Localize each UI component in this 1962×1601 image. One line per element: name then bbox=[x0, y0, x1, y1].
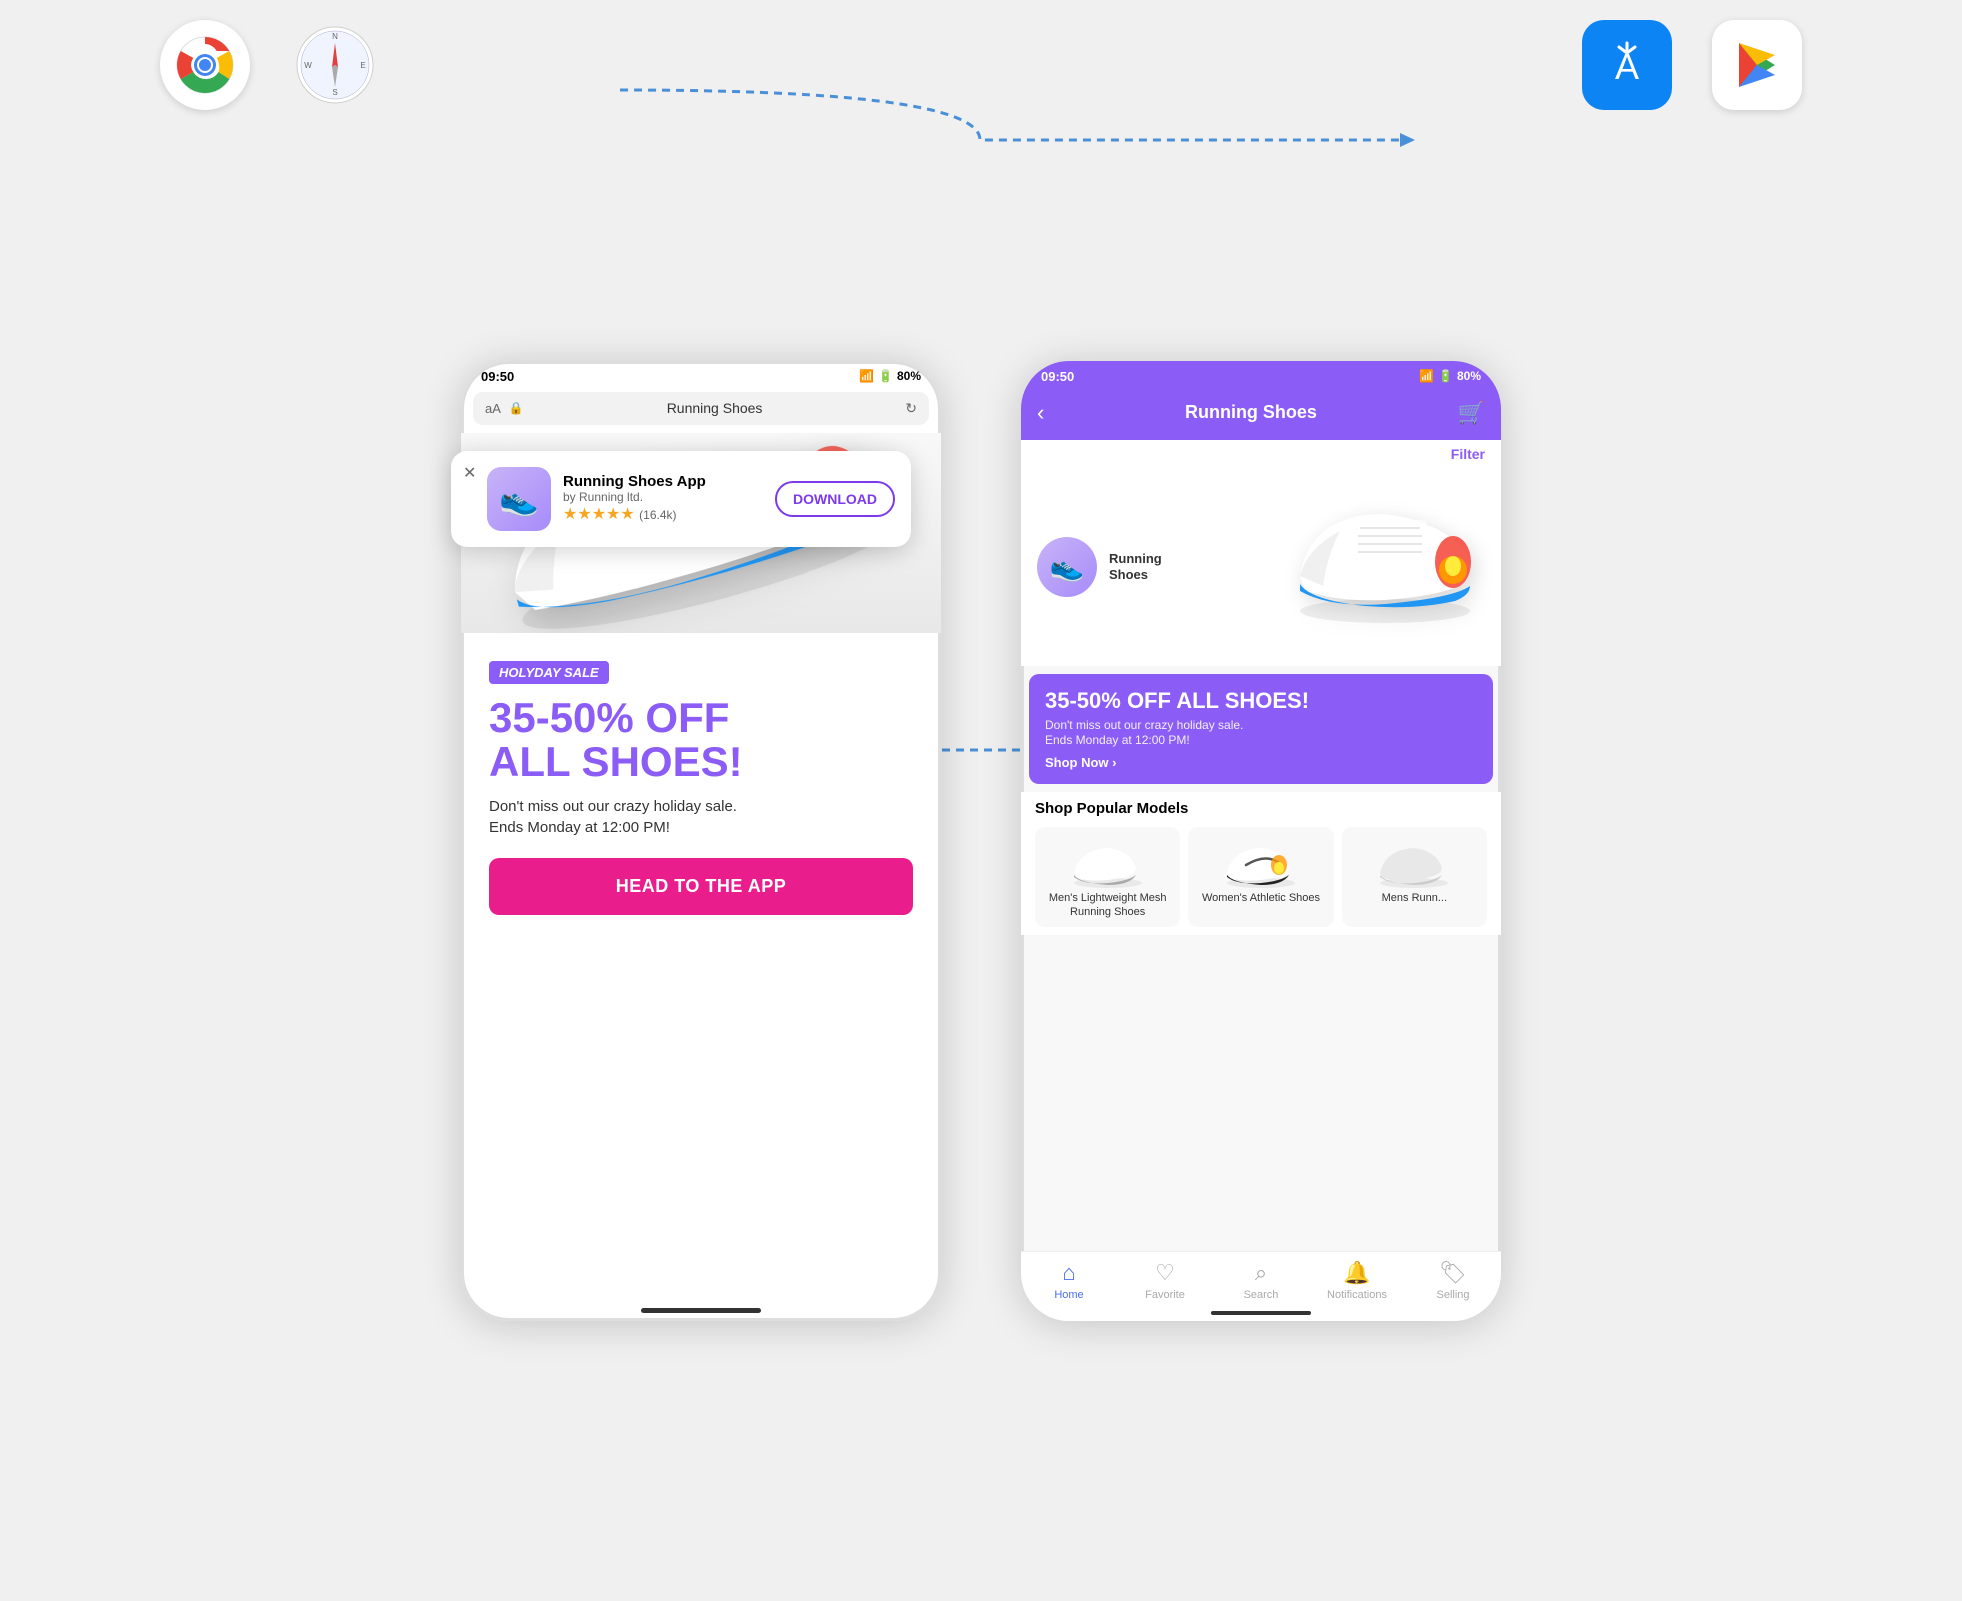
filter-button[interactable]: Filter bbox=[1451, 446, 1485, 462]
svg-text:E: E bbox=[360, 61, 365, 70]
svg-text:N: N bbox=[332, 32, 338, 41]
page-title: Running Shoes bbox=[1185, 402, 1317, 423]
left-phone: 09:50 📶 🔋 80% aA 🔒 Running Shoes ↻ bbox=[461, 361, 941, 1321]
refresh-icon[interactable]: ↻ bbox=[905, 400, 917, 417]
app-info: Running Shoes App by Running ltd. ★★★★★ … bbox=[563, 473, 763, 524]
play-store-icon[interactable] bbox=[1712, 20, 1802, 110]
nav-selling-label: Selling bbox=[1436, 1289, 1469, 1301]
model-name-3: Mens Runn... bbox=[1350, 891, 1479, 905]
shop-now-link[interactable]: Shop Now › bbox=[1045, 755, 1477, 770]
left-time: 09:50 bbox=[481, 369, 514, 384]
nav-home[interactable]: ⌂ Home bbox=[1021, 1260, 1117, 1301]
home-indicator-right bbox=[1211, 1311, 1311, 1315]
left-status-bar: 09:50 📶 🔋 80% bbox=[461, 361, 941, 392]
app-thumbnail: 👟 bbox=[487, 467, 551, 531]
popular-models-grid: Men's Lightweight Mesh Running Shoes Wom… bbox=[1035, 827, 1487, 928]
model-card-2[interactable]: Women's Athletic Shoes bbox=[1188, 827, 1333, 928]
head-to-app-button[interactable]: HEAD TO THE APP bbox=[489, 858, 913, 915]
rating-count: (16.4k) bbox=[639, 508, 676, 522]
app-name: Running Shoes App bbox=[563, 473, 763, 490]
store-icons: A bbox=[1582, 20, 1802, 110]
model-name-2: Women's Athletic Shoes bbox=[1196, 891, 1325, 905]
selling-icon: 🏷 bbox=[1439, 1260, 1467, 1286]
sale-content: HOLYDAY SALE 35-50% OFF ALL SHOES! Don't… bbox=[469, 641, 933, 935]
home-indicator-left bbox=[641, 1308, 761, 1313]
app-by: by Running ltd. bbox=[563, 490, 763, 504]
app-store-icon[interactable]: A bbox=[1582, 20, 1672, 110]
sale-banner-title: 35-50% OFF ALL SHOES! bbox=[1045, 688, 1477, 714]
filter-row: Filter bbox=[1021, 440, 1501, 468]
top-icons-bar: N S E W A bbox=[0, 20, 1962, 110]
bottom-navigation: ⌂ Home ♡ Favorite ⌕ Search 🔔 Notificatio… bbox=[1021, 1251, 1501, 1321]
nav-selling[interactable]: 🏷 Selling bbox=[1405, 1260, 1501, 1301]
brand-label: RunningShoes bbox=[1109, 551, 1162, 582]
nav-search[interactable]: ⌕ Search bbox=[1213, 1260, 1309, 1301]
svg-text:W: W bbox=[304, 61, 312, 70]
model-card-3[interactable]: Mens Runn... bbox=[1342, 827, 1487, 928]
chrome-icon bbox=[160, 20, 250, 110]
url-text: Running Shoes bbox=[532, 400, 897, 416]
back-button[interactable]: ‹ bbox=[1037, 400, 1044, 426]
search-icon: ⌕ bbox=[1255, 1260, 1267, 1286]
close-banner-button[interactable]: ✕ bbox=[463, 463, 476, 483]
model-name-1: Men's Lightweight Mesh Running Shoes bbox=[1043, 891, 1172, 920]
left-status-icons: 📶 🔋 80% bbox=[859, 369, 921, 383]
rating-stars: ★★★★★ bbox=[563, 506, 635, 523]
hero-shoe-image bbox=[1174, 476, 1485, 658]
browser-icons: N S E W bbox=[160, 20, 380, 110]
safari-icon: N S E W bbox=[290, 20, 380, 110]
sale-banner: 35-50% OFF ALL SHOES! Don't miss out our… bbox=[1029, 674, 1493, 784]
right-status-bar: 09:50 📶 🔋 80% bbox=[1021, 361, 1501, 392]
nav-search-label: Search bbox=[1244, 1289, 1279, 1301]
popular-models-section: Shop Popular Models Men's Lightweight Me… bbox=[1021, 792, 1501, 936]
hero-section: 👟 RunningShoes bbox=[1021, 468, 1501, 666]
font-size-control[interactable]: aA bbox=[485, 401, 501, 416]
right-phone: 09:50 📶 🔋 80% ‹ Running Shoes 🛒 Filter 👟… bbox=[1021, 361, 1501, 1321]
sale-banner-description: Don't miss out our crazy holiday sale.En… bbox=[1045, 718, 1477, 749]
svg-text:S: S bbox=[332, 88, 337, 97]
notifications-icon: 🔔 bbox=[1343, 1260, 1370, 1286]
model-card-1[interactable]: Men's Lightweight Mesh Running Shoes bbox=[1035, 827, 1180, 928]
lock-icon: 🔒 bbox=[509, 401, 524, 415]
favorite-icon: ♡ bbox=[1155, 1260, 1175, 1286]
nav-notifications-label: Notifications bbox=[1327, 1289, 1387, 1301]
download-button[interactable]: DOWNLOAD bbox=[775, 481, 895, 517]
nav-favorite[interactable]: ♡ Favorite bbox=[1117, 1260, 1213, 1301]
right-phone-frame: 09:50 📶 🔋 80% ‹ Running Shoes 🛒 Filter 👟… bbox=[1021, 361, 1501, 1321]
connector-arrows bbox=[0, 0, 1962, 1601]
sale-description: Don't miss out our crazy holiday sale.En… bbox=[489, 796, 913, 838]
popular-section-title: Shop Popular Models bbox=[1035, 800, 1487, 817]
sale-title: 35-50% OFF ALL SHOES! bbox=[489, 696, 913, 784]
cart-button[interactable]: 🛒 bbox=[1458, 400, 1485, 426]
nav-favorite-label: Favorite bbox=[1145, 1289, 1185, 1301]
home-icon: ⌂ bbox=[1062, 1260, 1075, 1286]
nav-home-label: Home bbox=[1054, 1289, 1083, 1301]
right-time: 09:50 bbox=[1041, 369, 1074, 384]
right-status-icons: 📶 🔋 80% bbox=[1419, 369, 1481, 383]
browser-address-bar[interactable]: aA 🔒 Running Shoes ↻ bbox=[473, 392, 929, 425]
holiday-badge: HOLYDAY SALE bbox=[489, 661, 609, 684]
app-header: ‹ Running Shoes 🛒 bbox=[1021, 392, 1501, 440]
app-download-banner[interactable]: ✕ 👟 Running Shoes App by Running ltd. ★★… bbox=[451, 451, 911, 547]
brand-avatar: 👟 bbox=[1037, 537, 1097, 597]
nav-notifications[interactable]: 🔔 Notifications bbox=[1309, 1260, 1405, 1301]
